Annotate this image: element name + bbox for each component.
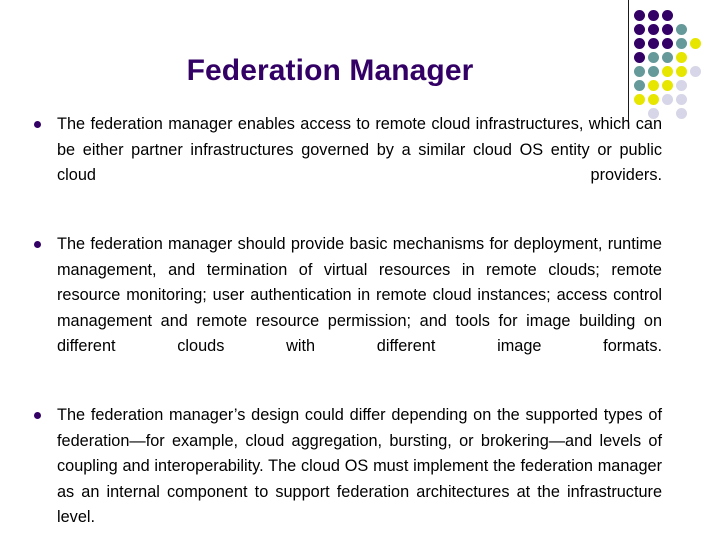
ornament-dot-purple bbox=[662, 10, 673, 21]
list-item: The federation manager should provide ba… bbox=[30, 232, 662, 385]
page-title: Federation Manager bbox=[186, 54, 474, 87]
ornament-dot-purple bbox=[648, 10, 659, 21]
ornament-dot-yellow bbox=[690, 38, 701, 49]
ornament-dot-lavender bbox=[676, 94, 687, 105]
slide-canvas: Federation Manager The federation manage… bbox=[0, 0, 720, 540]
list-item-text: The federation manager’s design could di… bbox=[57, 406, 662, 526]
bullet-dot-icon bbox=[34, 241, 41, 248]
ornament-dot-teal bbox=[676, 38, 687, 49]
ornament-dot-purple bbox=[662, 24, 673, 35]
ornament-dot-teal bbox=[676, 24, 687, 35]
ornament-dot-yellow bbox=[662, 80, 673, 91]
ornament-dot-teal bbox=[662, 52, 673, 63]
ornament-dot-purple bbox=[634, 38, 645, 49]
bullet-list: The federation manager enables access to… bbox=[30, 112, 662, 540]
ornament-dot-lavender bbox=[690, 66, 701, 77]
ornament-dot-lavender bbox=[676, 80, 687, 91]
list-item: The federation manager’s design could di… bbox=[30, 403, 662, 540]
ornament-dot-purple bbox=[648, 38, 659, 49]
ornament-dot-yellow bbox=[634, 94, 645, 105]
ornament-dot-yellow bbox=[676, 52, 687, 63]
ornament-dot-purple bbox=[662, 38, 673, 49]
list-item: The federation manager enables access to… bbox=[30, 112, 662, 214]
list-item-text: The federation manager should provide ba… bbox=[57, 235, 662, 355]
ornament-dot-purple bbox=[634, 24, 645, 35]
bullet-dot-icon bbox=[34, 121, 41, 128]
ornament-dot-yellow bbox=[662, 66, 673, 77]
ornament-dot-lavender bbox=[676, 108, 687, 119]
ornament-dot-yellow bbox=[648, 94, 659, 105]
bullet-dot-icon bbox=[34, 412, 41, 419]
list-item-text: The federation manager enables access to… bbox=[57, 115, 662, 184]
ornament-dot-yellow bbox=[676, 66, 687, 77]
ornament-dot-lavender bbox=[662, 94, 673, 105]
ornament-dot-purple bbox=[634, 10, 645, 21]
ornament-dot-purple bbox=[648, 24, 659, 35]
